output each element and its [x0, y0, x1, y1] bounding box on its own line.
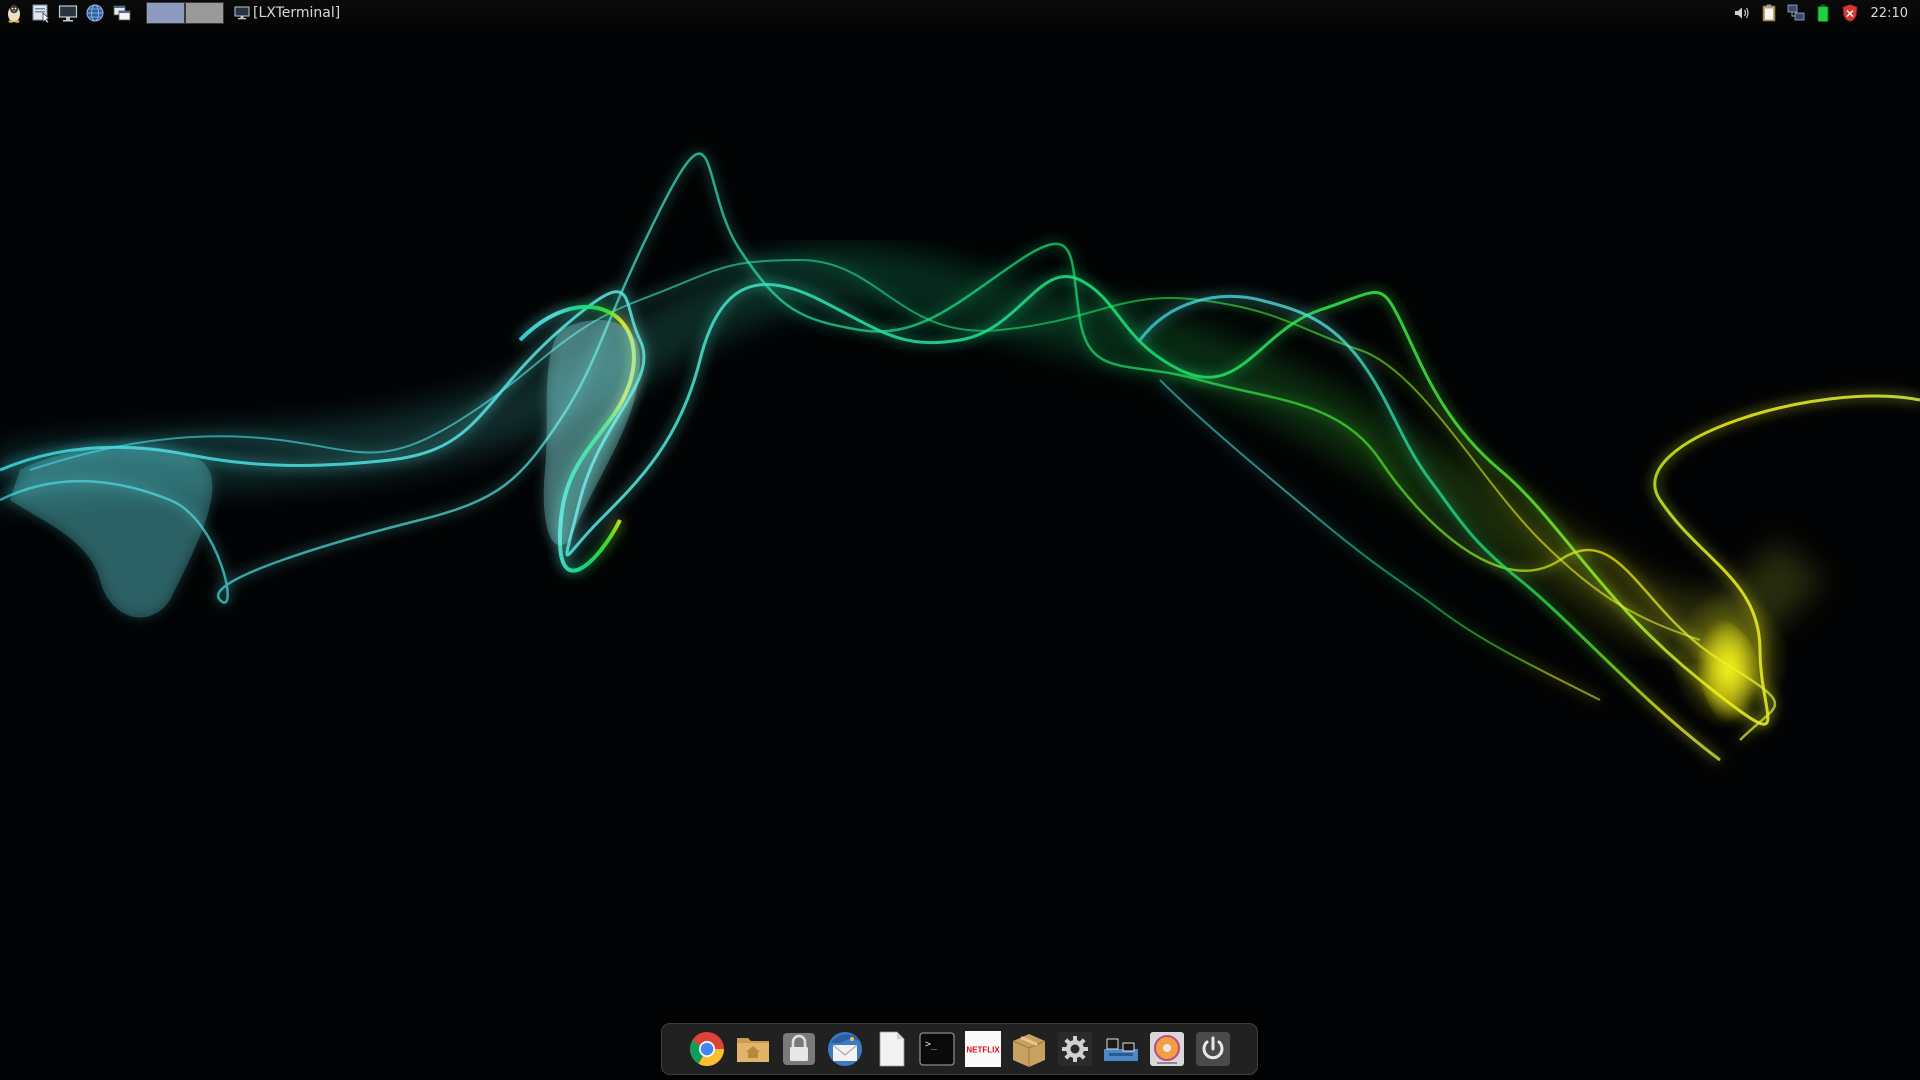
- terminal-icon[interactable]: >_: [916, 1028, 958, 1070]
- clock[interactable]: 22:10: [1871, 6, 1908, 21]
- desktop[interactable]: [LXTerminal] 22:10 >_ NETFLIX: [0, 0, 1920, 1080]
- clipboard-icon[interactable]: [1758, 2, 1780, 24]
- text-editor-icon[interactable]: [870, 1028, 912, 1070]
- top-panel: [LXTerminal] 22:10: [0, 0, 1920, 26]
- settings-icon[interactable]: [1054, 1028, 1096, 1070]
- terminal-icon-prompt: >_: [925, 1039, 938, 1050]
- system-tray: 22:10: [1726, 0, 1920, 26]
- file-manager-icon[interactable]: [30, 2, 52, 24]
- shield-icon[interactable]: [1839, 2, 1861, 24]
- network-icon[interactable]: [1785, 2, 1807, 24]
- taskbar-button-lxterminal[interactable]: [LXTerminal]: [234, 2, 340, 24]
- power-icon[interactable]: [1192, 1028, 1234, 1070]
- netflix-icon-label: NETFLIX: [966, 1046, 1000, 1055]
- archive-manager-icon[interactable]: [1008, 1028, 1050, 1070]
- volume-icon[interactable]: [1731, 2, 1753, 24]
- window-list-icon[interactable]: [111, 2, 133, 24]
- lock-icon[interactable]: [778, 1028, 820, 1070]
- workspace-pager: [146, 2, 224, 24]
- terminal-monitor-icon: [234, 6, 250, 20]
- show-desktop-icon[interactable]: [57, 2, 79, 24]
- workspace-2[interactable]: [185, 2, 224, 24]
- netflix-icon[interactable]: NETFLIX: [962, 1028, 1004, 1070]
- panel-launchers: [LXTerminal]: [0, 0, 340, 26]
- menu-icon[interactable]: [3, 2, 25, 24]
- battery-icon[interactable]: [1812, 2, 1834, 24]
- network-manager-icon[interactable]: [1100, 1028, 1142, 1070]
- thunderbird-icon[interactable]: [824, 1028, 866, 1070]
- disc-burner-icon[interactable]: [1146, 1028, 1188, 1070]
- dock: >_ NETFLIX: [661, 1023, 1258, 1075]
- wallpaper: [0, 0, 1920, 1080]
- browser-launcher-icon[interactable]: [84, 2, 106, 24]
- workspace-1[interactable]: [146, 2, 185, 24]
- chrome-icon[interactable]: [686, 1028, 728, 1070]
- taskbar-task-label: [LXTerminal]: [253, 5, 341, 21]
- home-folder-icon[interactable]: [732, 1028, 774, 1070]
